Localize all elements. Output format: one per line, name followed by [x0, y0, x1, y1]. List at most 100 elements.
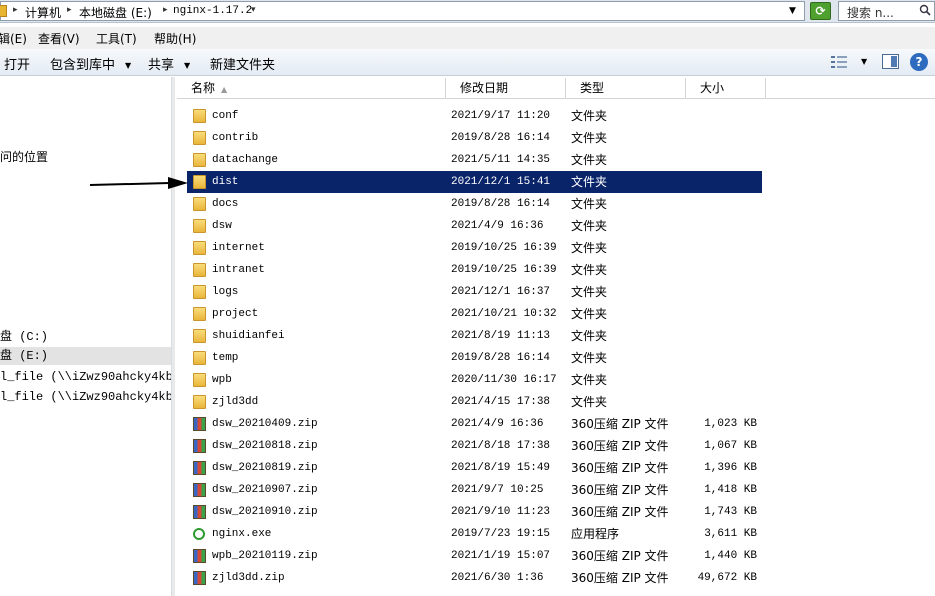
preview-pane-icon[interactable]	[882, 54, 899, 69]
column-header-size[interactable]: 大小	[686, 78, 766, 99]
chevron-right-icon[interactable]: ▸	[163, 5, 168, 15]
breadcrumb-drive-e[interactable]: 本地磁盘 (E:)	[79, 4, 152, 21]
nav-item-drive-c[interactable]: 盘 (C:)	[0, 328, 171, 346]
file-row[interactable]: internet 2019/10/25 16:39 文件夹	[187, 237, 762, 259]
file-row[interactable]: project 2021/10/21 10:32 文件夹	[187, 303, 762, 325]
file-modified-date: 2021/1/19 15:07	[451, 550, 551, 562]
nav-item-drive-e[interactable]: 盘 (E:)	[0, 347, 171, 365]
file-modified-date: 2019/8/28 16:14	[451, 352, 551, 364]
menu-help[interactable]: 帮助(H)	[154, 30, 196, 47]
file-name: dist	[212, 176, 239, 188]
file-type: 文件夹	[571, 153, 608, 167]
file-type: 文件夹	[571, 307, 608, 321]
breadcrumb-computer[interactable]: 计算机	[25, 4, 61, 21]
menu-view[interactable]: 查看(V)	[38, 30, 80, 47]
chevron-right-icon[interactable]: ▸	[67, 5, 72, 15]
column-size-label: 大小	[700, 81, 725, 95]
refresh-button[interactable]: ⟳	[810, 2, 831, 20]
application-icon	[193, 528, 205, 540]
pane-splitter[interactable]	[172, 77, 175, 596]
column-type-label: 类型	[580, 81, 605, 95]
column-header-type[interactable]: 类型	[566, 78, 686, 99]
file-row[interactable]: logs 2021/12/1 16:37 文件夹	[187, 281, 762, 303]
file-modified-date: 2021/8/18 17:38	[451, 440, 551, 452]
file-row[interactable]: dsw_20210409.zip 2021/4/9 16:36 360压缩 ZIP …	[187, 413, 762, 435]
file-name: dsw_20210910.zip	[212, 506, 318, 518]
file-row[interactable]: shuidianfei 2021/8/19 11:13 文件夹	[187, 325, 762, 347]
column-header-name[interactable]: 名称 ▲	[177, 78, 446, 99]
file-modified-date: 2019/7/23 19:15	[451, 528, 551, 540]
file-row[interactable]: dsw 2021/4/9 16:36 文件夹	[187, 215, 762, 237]
nav-item-recent-places[interactable]: 问的位置	[0, 148, 171, 166]
open-button[interactable]: 打开	[0, 54, 30, 73]
file-type: 文件夹	[571, 197, 608, 211]
file-row[interactable]: dsw_20210818.zip 2021/8/18 17:38 360压缩 ZIP…	[187, 435, 762, 457]
file-row[interactable]: datachange 2021/5/11 14:35 文件夹	[187, 149, 762, 171]
file-name: dsw	[212, 220, 232, 232]
zip-archive-icon	[193, 439, 206, 453]
help-icon[interactable]: ?	[910, 53, 928, 71]
file-row[interactable]: contrib 2019/8/28 16:14 文件夹	[187, 127, 762, 149]
include-library-button[interactable]: 包含到库中 ▼	[50, 54, 131, 73]
file-name: contrib	[212, 132, 259, 144]
file-size: 1,743 KB	[704, 506, 757, 518]
file-size: 1,067 KB	[704, 440, 757, 452]
file-type: 文件夹	[571, 109, 608, 123]
view-details-icon[interactable]	[831, 56, 847, 68]
nav-item-network-z[interactable]: l_file (\\iZwz90ahcky4kbZ) (Z	[0, 388, 171, 406]
file-type: 文件夹	[571, 263, 608, 277]
file-modified-date: 2019/10/25 16:39	[451, 264, 557, 276]
file-row[interactable]: zjld3dd.zip 2021/6/30 1:36 360压缩 ZIP 文件 49,…	[187, 567, 762, 589]
folder-icon	[193, 329, 206, 343]
folder-icon	[193, 373, 206, 387]
file-name: shuidianfei	[212, 330, 285, 342]
search-icon[interactable]	[919, 4, 931, 16]
folder-icon	[193, 395, 206, 409]
zip-archive-icon	[193, 461, 206, 475]
file-type: 文件夹	[571, 219, 608, 233]
open-label: 打开	[4, 58, 31, 73]
file-row[interactable]: docs 2019/8/28 16:14 文件夹	[187, 193, 762, 215]
file-row[interactable]: temp 2019/8/28 16:14 文件夹	[187, 347, 762, 369]
file-type: 文件夹	[571, 351, 608, 365]
search-input[interactable]: 搜索 n...	[838, 1, 935, 21]
file-row[interactable]: wpb_20210119.zip 2021/1/19 15:07 360压缩 ZIP…	[187, 545, 762, 567]
zip-archive-icon	[193, 505, 206, 519]
chevron-down-icon[interactable]: ▾	[251, 5, 256, 15]
file-modified-date: 2019/8/28 16:14	[451, 132, 551, 144]
folder-icon	[193, 307, 206, 321]
chevron-down-icon: ▼	[125, 61, 132, 70]
share-button[interactable]: 共享 ▼	[148, 54, 190, 73]
file-row[interactable]: nginx.exe 2019/7/23 19:15 应用程序 3,611 KB	[187, 523, 762, 545]
file-row[interactable]: dsw_20210907.zip 2021/9/7 10:25 360压缩 ZIP …	[187, 479, 762, 501]
file-type: 360压缩 ZIP 文件	[571, 505, 669, 519]
file-row[interactable]: intranet 2019/10/25 16:39 文件夹	[187, 259, 762, 281]
file-row[interactable]: dsw_20210910.zip 2021/9/10 11:23 360压缩 ZIP…	[187, 501, 762, 523]
column-header-date[interactable]: 修改日期	[446, 78, 566, 99]
search-placeholder: 搜索 n...	[847, 6, 894, 20]
address-box[interactable]: ▸ 计算机 ▸ 本地磁盘 (E:) ▸ nginx-1.17.2 ▾ ▼	[0, 1, 805, 21]
file-name: intranet	[212, 264, 265, 276]
file-modified-date: 2021/4/9 16:36	[451, 220, 544, 232]
file-type: 360压缩 ZIP 文件	[571, 417, 669, 431]
address-dropdown-icon[interactable]: ▼	[789, 6, 796, 16]
share-label: 共享	[148, 58, 175, 73]
file-row[interactable]: conf 2021/9/17 11:20 文件夹	[187, 105, 762, 127]
file-row[interactable]: wpb 2020/11/30 16:17 文件夹	[187, 369, 762, 391]
chevron-down-icon: ▼	[184, 61, 191, 70]
new-folder-button[interactable]: 新建文件夹	[210, 54, 275, 73]
breadcrumb-nginx[interactable]: nginx-1.17.2	[173, 5, 252, 17]
file-name: zjld3dd.zip	[212, 572, 285, 584]
file-modified-date: 2021/8/19 11:13	[451, 330, 551, 342]
file-name: dsw_20210819.zip	[212, 462, 318, 474]
nav-item-network-y[interactable]: l_file (\\iZwz90ahcky4kbZ) (Y	[0, 368, 171, 386]
menu-edit[interactable]: 辑(E)	[0, 30, 27, 47]
file-row[interactable]: dist 2021/12/1 15:41 文件夹	[187, 171, 762, 193]
file-row[interactable]: zjld3dd 2021/4/15 17:38 文件夹	[187, 391, 762, 413]
file-row[interactable]: dsw_20210819.zip 2021/8/19 15:49 360压缩 ZIP…	[187, 457, 762, 479]
chevron-right-icon[interactable]: ▸	[13, 5, 18, 15]
view-dropdown-icon[interactable]: ▼	[861, 57, 867, 66]
menu-tools[interactable]: 工具(T)	[96, 30, 137, 47]
file-modified-date: 2021/9/7 10:25	[451, 484, 544, 496]
file-modified-date: 2019/10/25 16:39	[451, 242, 557, 254]
